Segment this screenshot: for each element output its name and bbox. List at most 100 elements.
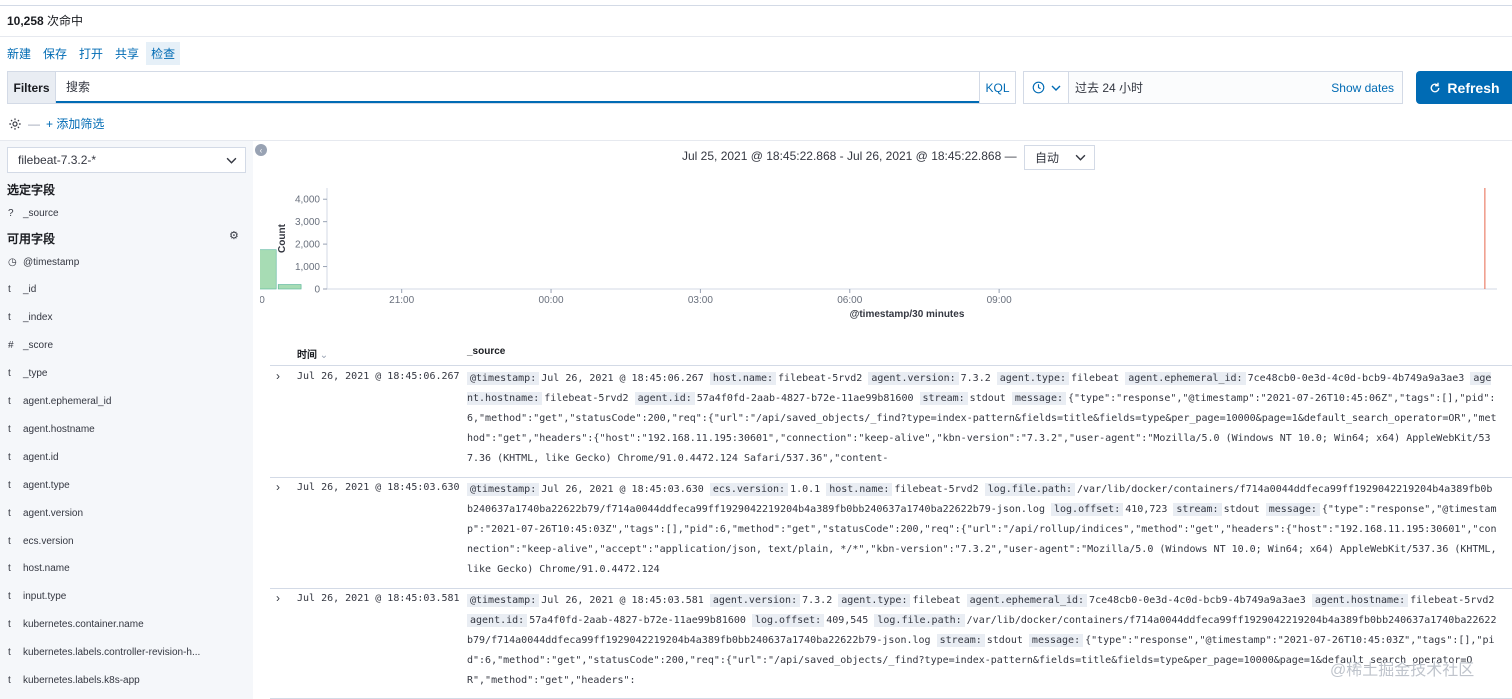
field-type-icon: t [8, 535, 11, 547]
field-value: Jul 26, 2021 @ 18:45:06.267 [541, 373, 710, 384]
row-source: @timestamp: Jul 26, 2021 @ 18:45:03.630 e… [467, 480, 1497, 585]
field-key: stream: [1173, 503, 1222, 516]
field-item[interactable]: t kubernetes.labels.k8s-app [8, 673, 243, 689]
refresh-button[interactable]: Refresh [1416, 71, 1512, 104]
menu-share[interactable]: 共享 [110, 42, 144, 65]
interval-select[interactable]: 自动 [1024, 145, 1095, 170]
hit-count-number: 10,258 [7, 14, 44, 28]
field-item[interactable]: t agent.version [8, 505, 243, 521]
field-type-icon: t [8, 284, 11, 296]
field-type-icon: ? [8, 207, 14, 219]
field-item[interactable]: t agent.ephemeral_id [8, 394, 243, 410]
row-source: @timestamp: Jul 26, 2021 @ 18:45:06.267 h… [467, 369, 1497, 474]
field-type-icon: t [8, 675, 11, 686]
time-range-label[interactable]: 过去 24 小时 [1069, 79, 1331, 96]
index-pattern-label: filebeat-7.3.2-* [18, 153, 97, 167]
field-item[interactable]: t _type [8, 366, 243, 382]
field-item[interactable]: ? _source [8, 205, 243, 221]
x-tick-label: 03:00 [688, 295, 713, 306]
field-type-icon: t [8, 563, 11, 575]
field-key: message: [1028, 634, 1084, 647]
expand-row-icon[interactable]: › [276, 369, 280, 383]
column-header-source: _source [467, 346, 506, 357]
field-key: @timestamp: [467, 372, 540, 385]
add-filter-link[interactable]: + 添加筛选 [46, 115, 104, 132]
refresh-icon [1431, 82, 1440, 92]
field-item[interactable]: t agent.hostname [8, 421, 243, 437]
field-key: message: [1011, 392, 1066, 405]
field-key: agent.ephemeral_id: [966, 594, 1088, 607]
field-key: @timestamp: [467, 594, 540, 607]
chevron-down-icon [1051, 85, 1060, 91]
available-fields-title: 可用字段 [7, 232, 56, 246]
field-key: agent.version: [868, 372, 959, 385]
field-name: agent.hostname [23, 423, 95, 435]
field-item[interactable]: t kubernetes.labels.controller-revision-h… [8, 645, 243, 661]
field-name: kubernetes.container.name [23, 619, 144, 631]
field-value: filebeat [1071, 373, 1126, 384]
field-item[interactable]: t _id [8, 282, 243, 298]
field-item[interactable]: t agent.id [8, 449, 243, 465]
field-key: agent.type: [996, 372, 1069, 385]
column-header-time[interactable]: 时间 ⌄ [297, 346, 328, 361]
field-name: input.type [23, 591, 67, 603]
field-item[interactable]: t host.name [8, 561, 243, 577]
divider [0, 36, 1512, 37]
kql-toggle[interactable]: KQL [979, 72, 1015, 103]
filter-bar: — + 添加筛选 [8, 115, 104, 132]
index-pattern-select[interactable]: filebeat-7.3.2-* [7, 147, 246, 173]
field-value: 57a4f0fd-2aab-4827-b72e-11ae99b81600 [696, 393, 920, 404]
field-item[interactable]: # _score [8, 338, 243, 354]
quick-select-button[interactable] [1024, 72, 1069, 103]
menu-new[interactable]: 新建 [2, 42, 36, 65]
field-value: 1.0.1 [790, 484, 827, 495]
field-value: Jul 26, 2021 @ 18:45:03.630 [541, 484, 710, 495]
field-type-icon: t [8, 368, 11, 380]
search-input[interactable] [56, 72, 979, 103]
filters-label: Filters [8, 72, 56, 103]
field-key: agent.ephemeral_id: [1125, 372, 1246, 385]
menu-save[interactable]: 保存 [38, 42, 72, 65]
top-strip [0, 0, 1512, 6]
x-tick-label: 21:00 [389, 295, 414, 306]
row-timestamp: Jul 26, 2021 @ 18:45:03.581 [297, 593, 460, 604]
table-row: › Jul 26, 2021 @ 18:45:03.630 @timestamp: J… [270, 478, 1512, 589]
field-key: ecs.version: [709, 483, 789, 496]
expand-row-icon[interactable]: › [276, 480, 280, 494]
gear-icon[interactable]: ⚙ [229, 229, 239, 242]
menu-open[interactable]: 打开 [74, 42, 108, 65]
chevron-down-icon [226, 157, 237, 164]
field-key: log.offset: [751, 614, 825, 627]
show-dates-link[interactable]: Show dates [1331, 81, 1402, 95]
field-item[interactable]: t kubernetes.container.name [8, 617, 243, 633]
collapse-sidebar-icon[interactable]: ‹ [255, 144, 267, 156]
field-item[interactable]: t input.type [8, 589, 243, 605]
field-name: @timestamp [23, 256, 80, 268]
hit-count: 10,258 次命中 [7, 12, 83, 29]
expand-row-icon[interactable]: › [276, 591, 280, 605]
field-key: stream: [919, 392, 968, 405]
field-name: host.name [23, 563, 70, 575]
field-value: stdout [986, 635, 1029, 646]
histogram-chart[interactable]: 0 1,000 2,000 3,000 4,000 Count 21:00 00:00 03:0… [260, 180, 1512, 326]
field-name: ecs.version [23, 535, 74, 547]
field-item[interactable]: t _index [8, 310, 243, 326]
table-header: 时间 ⌄ _source [270, 340, 1512, 366]
field-item[interactable]: ◷ @timestamp [8, 254, 243, 270]
field-type-icon: t [8, 423, 11, 435]
refresh-label: Refresh [1447, 79, 1500, 96]
field-name: _id [23, 284, 37, 296]
field-key: log.file.path: [874, 614, 965, 627]
y-tick-label: 1,000 [295, 262, 320, 273]
y-tick-label: 4,000 [295, 195, 320, 206]
field-name: agent.id [23, 451, 59, 463]
field-type-icon: t [8, 312, 11, 324]
gear-icon[interactable] [8, 117, 22, 131]
field-item[interactable]: t agent.type [8, 477, 243, 493]
field-item[interactable]: t ecs.version [8, 533, 243, 549]
menu-inspect[interactable]: 检查 [146, 41, 181, 65]
field-sidebar: filebeat-7.3.2-* 选定字段 ? _source 可用字段 ⚙ ◷… [0, 141, 253, 699]
field-name: agent.type [23, 479, 70, 491]
table-row: › Jul 26, 2021 @ 18:45:03.581 @timestamp: J… [270, 589, 1512, 699]
field-name: _source [23, 207, 59, 219]
